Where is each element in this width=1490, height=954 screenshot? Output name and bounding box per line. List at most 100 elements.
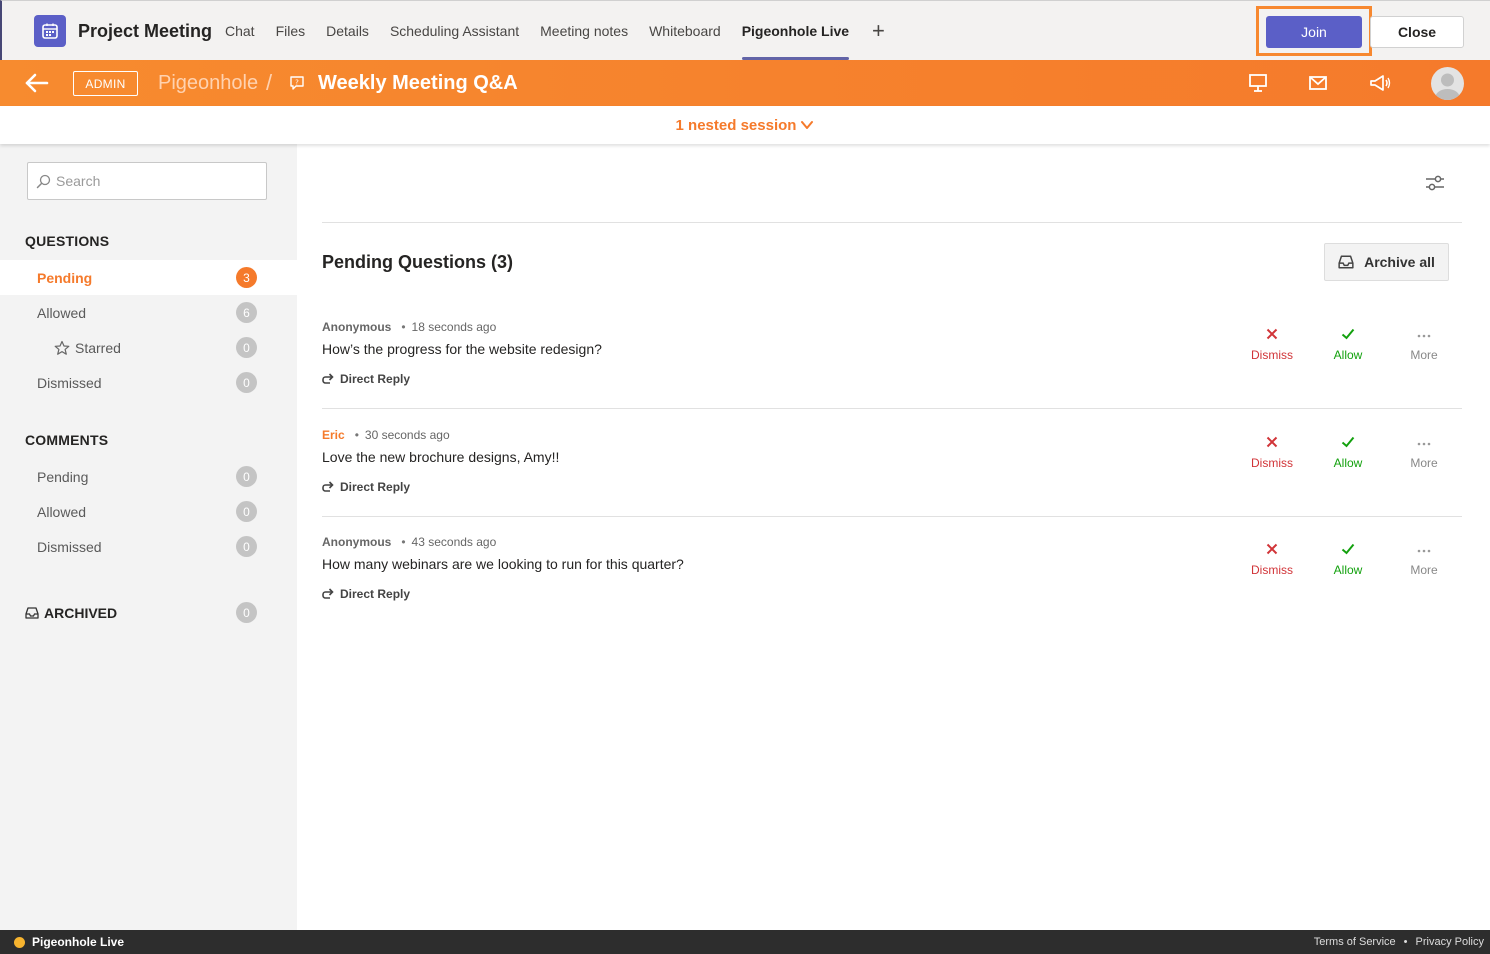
mail-icon[interactable] [1307,72,1329,94]
archive-icon [1338,255,1354,269]
dismiss-label: Dismiss [1251,456,1293,470]
question-meta: Anonymous • 18 seconds ago [322,320,496,334]
meeting-title: Project Meeting [78,21,213,41]
allow-button[interactable]: Allow [1318,327,1378,362]
footer-brand[interactable]: Pigeonhole Live [14,935,124,949]
footer: Pigeonhole Live Terms of Service • Priva… [0,930,1490,954]
allow-label: Allow [1333,456,1363,470]
dismiss-button[interactable]: Dismiss [1242,542,1302,577]
dismiss-button[interactable]: Dismiss [1242,435,1302,470]
question-text: How’s the progress for the website redes… [322,341,602,357]
question-text: How many webinars are we looking to run … [322,556,684,572]
footer-brand-label: Pigeonhole Live [32,935,125,949]
sidebar-item-comments-pending[interactable]: Pending 0 [0,459,297,494]
dismiss-label: Dismiss [1251,563,1293,577]
question-time: 30 seconds ago [364,428,450,442]
count-badge: 0 [236,602,257,623]
settings-sliders-icon[interactable] [1424,172,1446,194]
add-tab-button[interactable]: + [872,20,885,42]
dismiss-button[interactable]: Dismiss [1242,327,1302,362]
more-label: More [1410,456,1438,470]
more-button[interactable]: More [1394,542,1454,577]
sidebar-item-questions-dismissed[interactable]: Dismissed 0 [0,365,297,400]
tab-scheduling-assistant[interactable]: Scheduling Assistant [390,1,519,61]
sidebar-item-label: Allowed [37,304,87,321]
search-box[interactable] [27,162,267,200]
questions-section-title: QUESTIONS [25,233,110,249]
direct-reply-label: Direct Reply [340,372,411,386]
megaphone-icon[interactable] [1368,72,1391,94]
comments-section-title: COMMENTS [25,432,109,448]
nested-session-bar[interactable]: 1 nested session [0,106,1490,144]
search-icon [36,174,51,189]
calendar-icon [34,15,66,47]
sidebar-item-label: Allowed [37,503,87,520]
sidebar-item-questions-starred[interactable]: Starred 0 [0,330,297,365]
reply-icon [322,480,334,492]
allow-label: Allow [1333,348,1363,362]
question-item: Anonymous • 43 seconds ago How many webi… [322,516,1462,624]
archive-all-label: Archive all [1364,254,1435,270]
privacy-link[interactable]: Privacy Policy [1416,936,1484,948]
question-bubble-icon: ? [289,75,305,91]
teams-tabs: Chat Files Details Scheduling Assistant … [225,1,885,61]
question-text: Love the new brochure designs, Amy!! [322,449,560,465]
more-label: More [1410,348,1438,362]
tab-chat[interactable]: Chat [225,1,255,61]
pigeonhole-header: ADMIN Pigeonhole / ? Weekly Meeting Q&A [0,60,1490,106]
tab-meeting-notes[interactable]: Meeting notes [540,1,628,61]
sidebar-item-comments-allowed[interactable]: Allowed 0 [0,494,297,529]
tab-details[interactable]: Details [326,1,369,61]
footer-separator: • [1403,936,1408,948]
sidebar-item-questions-allowed[interactable]: Allowed 6 [0,295,297,330]
allow-button[interactable]: Allow [1318,542,1378,577]
admin-badge[interactable]: ADMIN [73,71,138,96]
more-button[interactable]: More [1394,327,1454,362]
direct-reply-label: Direct Reply [340,587,411,601]
archive-icon [25,606,39,619]
more-dots-icon [1417,549,1431,553]
direct-reply-button[interactable]: Direct Reply [322,587,410,601]
tab-files[interactable]: Files [276,1,306,61]
reply-icon [322,587,334,599]
tab-pigeonhole-live[interactable]: Pigeonhole Live [741,1,850,61]
footer-links: Terms of Service • Privacy Policy [1314,936,1484,948]
archive-all-button[interactable]: Archive all [1324,243,1449,281]
count-badge: 0 [236,466,257,487]
terms-link[interactable]: Terms of Service [1314,936,1396,948]
tab-whiteboard[interactable]: Whiteboard [649,1,721,61]
back-arrow-icon[interactable] [24,71,50,95]
question-time: 43 seconds ago [411,535,497,549]
direct-reply-button[interactable]: Direct Reply [322,480,410,494]
sidebar-item-archived[interactable]: ARCHIVED 0 [0,595,297,630]
presentation-icon[interactable] [1247,72,1269,94]
direct-reply-button[interactable]: Direct Reply [322,372,410,386]
more-button[interactable]: More [1394,435,1454,470]
page-title: Pending Questions (3) [322,252,514,272]
brand-link[interactable]: Pigeonhole [158,72,258,95]
allow-button[interactable]: Allow [1318,435,1378,470]
count-badge: 3 [236,267,257,288]
question-item: Eric • 30 seconds ago Love the new broch… [322,409,1462,517]
reply-icon [322,372,334,384]
archived-section-title: ARCHIVED [25,605,117,621]
close-x-icon [1266,328,1278,340]
question-item: Anonymous • 18 seconds ago How’s the pro… [322,301,1462,409]
question-meta: Anonymous • 43 seconds ago [322,535,496,549]
close-button[interactable]: Close [1370,16,1464,48]
question-meta: Eric • 30 seconds ago [322,428,450,442]
direct-reply-label: Direct Reply [340,480,411,494]
sidebar-item-label: Pending [37,468,89,485]
nested-session-toggle[interactable]: 1 nested session [676,117,797,134]
allow-label: Allow [1333,563,1363,577]
avatar-icon[interactable] [1431,67,1464,100]
join-button[interactable]: Join [1266,16,1362,48]
session-title: Weekly Meeting Q&A [318,72,518,94]
meta-separator: • [401,535,406,549]
search-input[interactable] [56,171,256,191]
close-x-icon [1266,436,1278,448]
sidebar-item-questions-pending[interactable]: Pending 3 [0,260,297,295]
sidebar-item-comments-dismissed[interactable]: Dismissed 0 [0,529,297,564]
close-x-icon [1266,543,1278,555]
archived-label: ARCHIVED [44,604,118,621]
